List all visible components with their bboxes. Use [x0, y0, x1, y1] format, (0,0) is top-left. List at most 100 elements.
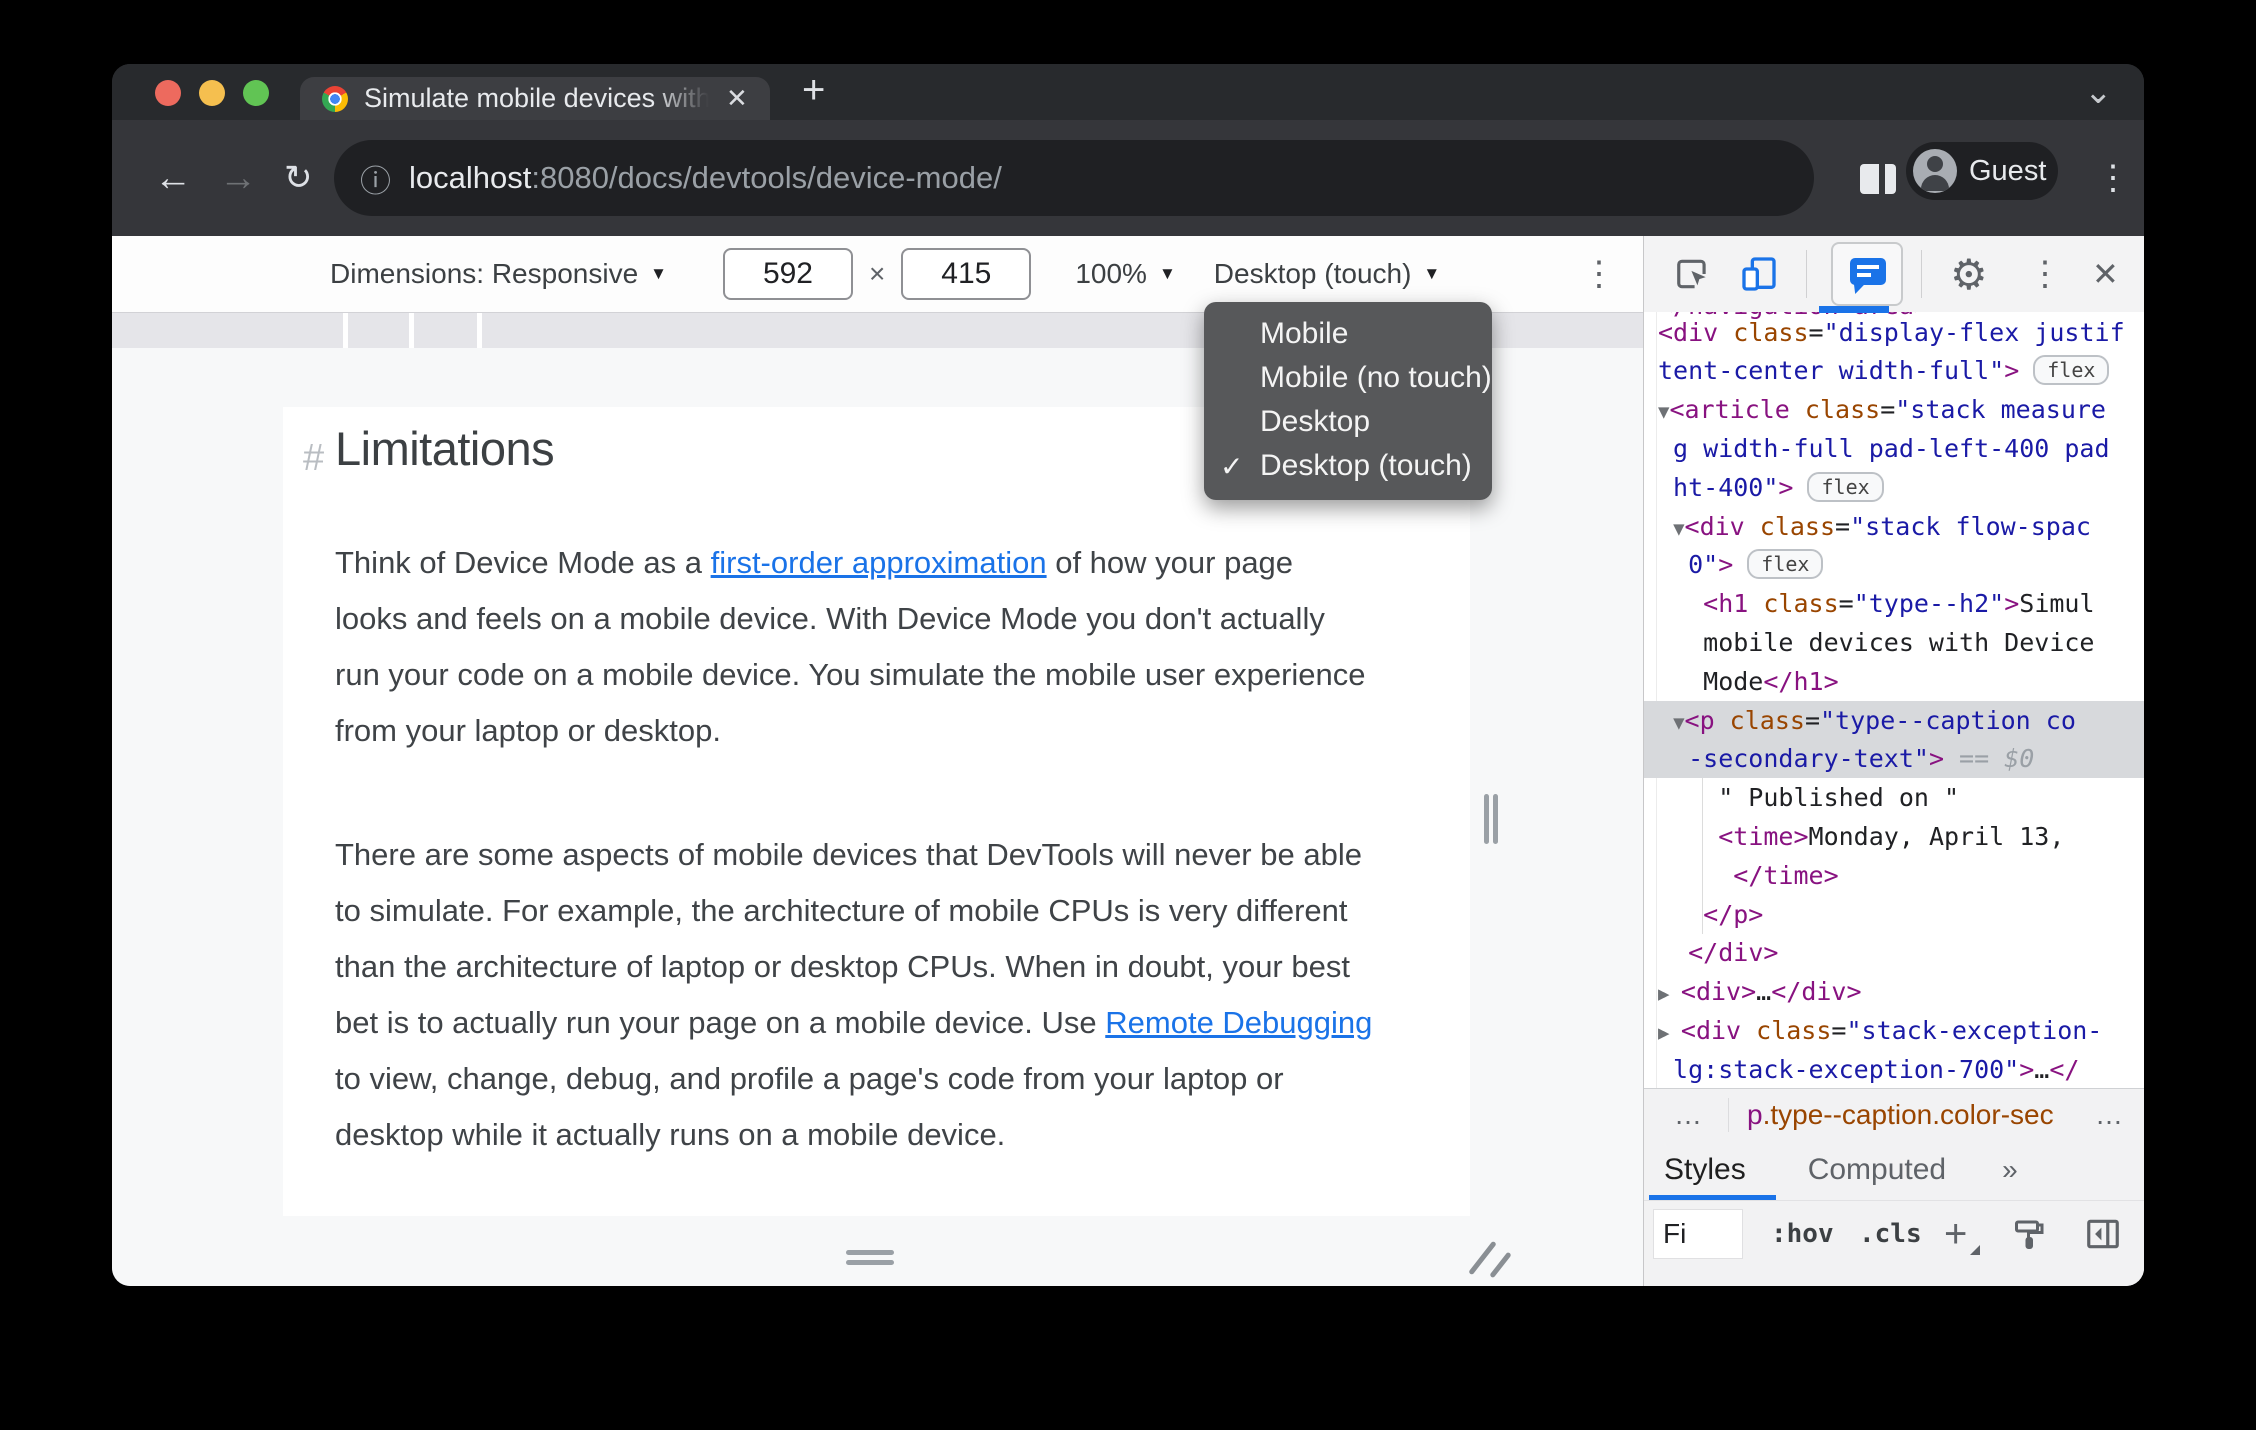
back-button[interactable]: ← [154, 120, 192, 236]
elements-tree-node[interactable]: </time> [1644, 856, 2144, 895]
elements-tree-node[interactable]: tent-center width-full"> flex [1644, 351, 2144, 390]
site-info-icon[interactable]: ⓘ [360, 156, 391, 201]
elements-tree-node[interactable]: mobile devices with Device [1644, 623, 2144, 662]
new-style-rule-button[interactable]: + [1944, 1201, 1981, 1267]
profile-button[interactable]: Guest [1906, 142, 2058, 200]
flex-badge[interactable]: flex [2033, 355, 2110, 386]
heading-anchor-hash[interactable]: # [303, 437, 324, 480]
page-title: Limitations [335, 422, 555, 475]
viewport-corner-resize-handle[interactable] [1468, 1236, 1516, 1284]
device-toolbar: Dimensions: Responsive ▼ 592 × 415 100% … [112, 236, 1643, 312]
media-query-divider [477, 313, 482, 349]
flex-badge[interactable]: flex [1807, 471, 1884, 502]
device-type-menu-item[interactable]: Mobile [1204, 312, 1492, 356]
more-tabs-chevron-icon[interactable]: » [2002, 1154, 2018, 1186]
breadcrumb-tag: p [1747, 1098, 1763, 1130]
media-query-divider [409, 313, 414, 349]
elements-tree-node[interactable]: <div class="display-flex justif [1644, 313, 2144, 352]
flex-badge[interactable]: flex [1747, 549, 1824, 580]
window-close-button[interactable] [155, 80, 181, 106]
page-content-card: # Limitations Think of Device Mode as a … [283, 407, 1470, 1216]
url-text[interactable]: localhost:8080/docs/devtools/device-mode… [409, 160, 1002, 196]
toggle-class-button[interactable]: .cls [1859, 1201, 1922, 1267]
inline-link[interactable]: Remote Debugging [1105, 1005, 1372, 1040]
browser-toolbar: ← → ↻ ⓘ localhost:8080/docs/devtools/dev… [112, 120, 2144, 236]
checkmark-icon: ✓ [1220, 450, 1244, 482]
browser-tab[interactable]: Simulate mobile devices with D ✕ [300, 77, 770, 120]
styles-filter-bar: Fi :hov .cls + [1644, 1200, 2144, 1266]
window-zoom-button[interactable] [243, 80, 269, 106]
zoom-value: 100% [1075, 258, 1147, 289]
breadcrumb-divider [1728, 1097, 1729, 1132]
media-query-divider [343, 313, 348, 349]
elements-tree-node[interactable]: g width-full pad-left-400 pad [1644, 429, 2144, 468]
elements-tree-node[interactable]: </p> [1644, 895, 2144, 934]
elements-tree: </navigation-area><div class="display-fl… [1644, 236, 2144, 1088]
device-toolbar-toggle-icon[interactable] [1739, 236, 1779, 312]
elements-tree-selected-node[interactable]: -secondary-text"> == $0 [1644, 739, 2144, 779]
toggle-hover-state-button[interactable]: :hov [1771, 1201, 1834, 1267]
styles-sidebar-tabs: Styles Computed » [1644, 1140, 2144, 1200]
styles-filter-input[interactable]: Fi [1653, 1209, 1743, 1259]
toolbar-divider [1806, 250, 1807, 298]
devtools-settings-icon[interactable]: ⚙ [1950, 236, 1988, 312]
elements-tree-node[interactable]: lg:stack-exception-700">…</ [1644, 1050, 2144, 1088]
tab-computed[interactable]: Computed [1808, 1153, 1946, 1187]
browser-menu-button[interactable]: ⋮ [2096, 120, 2130, 236]
elements-tree-node[interactable]: " Published on " [1644, 778, 2144, 817]
messages-panel-button[interactable] [1831, 242, 1903, 306]
address-bar[interactable]: ⓘ localhost:8080/docs/devtools/device-mo… [334, 140, 1814, 216]
device-type-caret-icon: ▼ [1423, 264, 1441, 283]
tab-search-chevron-icon[interactable]: ⌄ [2084, 72, 2113, 112]
inline-link[interactable]: first-order approximation [711, 545, 1047, 580]
height-input[interactable]: 415 [901, 248, 1032, 300]
url-host: localhost [409, 160, 532, 195]
breadcrumb-classes: .type--caption.color-sec [1762, 1098, 2054, 1130]
elements-tree-node[interactable]: ▼<div class="stack flow-spac [1644, 507, 2144, 546]
tab-strip: Simulate mobile devices with D ✕ + ⌄ [112, 64, 2144, 120]
device-type-selector[interactable]: Desktop (touch) ▼ [1214, 258, 1440, 290]
tab-close-icon[interactable]: ✕ [726, 83, 748, 114]
zoom-caret-icon: ▼ [1158, 264, 1176, 283]
side-panel-icon[interactable] [1860, 164, 1896, 194]
zoom-selector[interactable]: 100% ▼ [1075, 258, 1175, 290]
forward-button[interactable]: → [219, 120, 257, 236]
breadcrumb-overflow-right[interactable]: … [2095, 1099, 2123, 1131]
elements-tree-node[interactable]: <time>Monday, April 13, [1644, 817, 2144, 856]
devtools-menu-icon[interactable]: ⋮ [2028, 236, 2062, 312]
elements-tree-node[interactable]: </div> [1644, 933, 2144, 972]
breadcrumb-selected-node[interactable]: p.type--caption.color-sec [1747, 1099, 2054, 1131]
paragraph: There are some aspects of mobile devices… [335, 837, 1373, 1152]
device-toolbar-menu-button[interactable]: ⋮ [1582, 236, 1616, 312]
device-type-value: Desktop (touch) [1213, 258, 1412, 289]
devtools-bottom-strip [1644, 1266, 2144, 1286]
dimensions-caret-icon: ▼ [650, 264, 667, 283]
elements-tree-node[interactable]: Mode</h1> [1644, 662, 2144, 701]
menu-item-label: Mobile (no touch) [1260, 361, 1492, 394]
reload-button[interactable]: ↻ [284, 120, 313, 236]
new-tab-button[interactable]: + [802, 68, 825, 113]
tab-styles[interactable]: Styles [1664, 1153, 1746, 1187]
inspect-element-icon[interactable] [1674, 236, 1712, 312]
elements-tree-node[interactable]: 0"> flex [1644, 545, 2144, 584]
browser-window: Simulate mobile devices with D ✕ + ⌄ ← →… [112, 64, 2144, 1286]
paint-roller-icon[interactable] [2012, 1201, 2048, 1267]
device-type-menu-item[interactable]: Desktop [1204, 400, 1492, 444]
profile-label: Guest [1969, 154, 2047, 187]
devtools-close-icon[interactable]: ✕ [2092, 236, 2119, 312]
device-type-menu-item[interactable]: Mobile (no touch) [1204, 356, 1492, 400]
viewport-bottom-resize-handle[interactable] [846, 1250, 894, 1266]
elements-tree-node[interactable]: ▶ <div>…</div> [1644, 972, 2144, 1011]
device-type-menu-item[interactable]: ✓ Desktop (touch) [1204, 444, 1492, 488]
elements-tree-node[interactable]: ht-400"> flex [1644, 468, 2144, 507]
elements-tree-node[interactable]: ▶ <div class="stack-exception- [1644, 1011, 2144, 1050]
window-minimize-button[interactable] [199, 80, 225, 106]
elements-tree-node[interactable]: <h1 class="type--h2">Simul [1644, 584, 2144, 623]
width-input[interactable]: 592 [722, 248, 853, 300]
dock-sidebar-toggle-icon[interactable] [2084, 1201, 2122, 1267]
dimensions-selector[interactable]: Dimensions: Responsive [330, 258, 638, 290]
viewport-right-resize-handle[interactable] [1484, 794, 1499, 844]
elements-tree-node[interactable]: ▼<article class="stack measure [1644, 390, 2144, 429]
breadcrumb-overflow-left[interactable]: … [1674, 1099, 1702, 1131]
elements-tree-selected-node[interactable]: ▼<p class="type--caption co [1644, 700, 2144, 740]
